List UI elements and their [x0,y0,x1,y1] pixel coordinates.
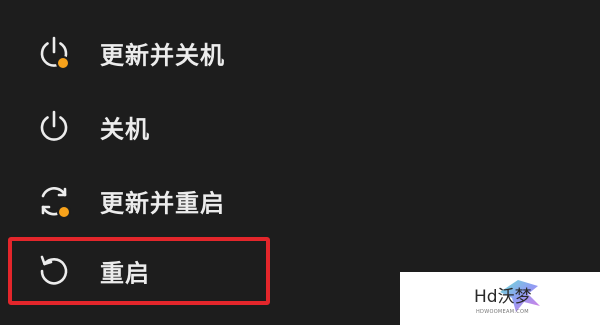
watermark-logo: Hd沃梦 HDWOOMEAM.COM [400,272,600,325]
svg-text:HDWOOMEAM.COM: HDWOOMEAM.COM [476,309,529,315]
menu-item-update-and-restart[interactable]: 更新并重启 [8,174,270,228]
restart-icon [40,255,68,285]
watermark-logo-icon: Hd沃梦 HDWOOMEAM.COM [474,280,540,315]
menu-item-restart[interactable]: 重启 [8,237,270,305]
menu-item-label: 重启 [100,259,150,288]
power-update-icon [40,36,70,70]
power-icon [40,110,68,141]
svg-text:Hd沃梦: Hd沃梦 [474,287,532,307]
menu-item-label: 关机 [100,115,150,144]
menu-item-update-and-shutdown[interactable]: 更新并关机 [8,26,270,80]
menu-item-shutdown[interactable]: 关机 [8,100,270,154]
restart-update-icon [41,186,71,219]
menu-item-label: 更新并重启 [100,189,225,218]
menu-item-label: 更新并关机 [100,41,225,70]
